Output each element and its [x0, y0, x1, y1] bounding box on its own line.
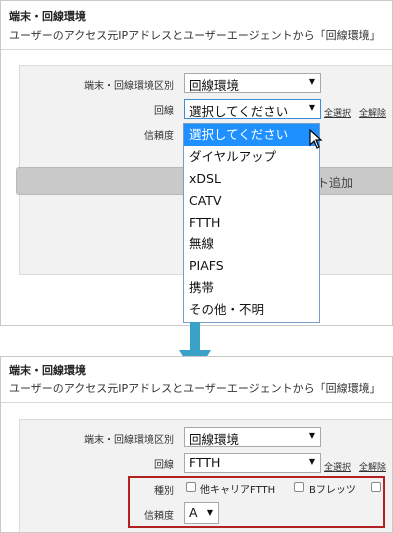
- select-all-link[interactable]: 全選択: [324, 106, 351, 119]
- line-select[interactable]: 選択してください ▼: [184, 99, 321, 119]
- deselect-all-link[interactable]: 全解除: [359, 460, 386, 473]
- section-description: ユーザーのアクセス元IPアドレスとユーザーエージェントから「回線環境」: [9, 29, 381, 42]
- line-select[interactable]: FTTH ▼: [184, 453, 321, 473]
- line-label: 回線: [154, 106, 174, 117]
- section-title: 端末・回線環境: [9, 364, 86, 377]
- highlight-frame: [128, 476, 385, 528]
- chevron-down-icon: ▼: [308, 77, 315, 86]
- env-type-select[interactable]: 回線環境 ▼: [184, 73, 321, 93]
- dropdown-option[interactable]: ダイヤルアップ: [184, 146, 319, 168]
- env-type-select[interactable]: 回線環境 ▼: [184, 427, 321, 447]
- trust-label: 信頼度: [144, 131, 174, 142]
- dropdown-option[interactable]: 無線: [184, 233, 319, 255]
- dropdown-option[interactable]: FTTH: [184, 212, 319, 234]
- deselect-all-link[interactable]: 全解除: [359, 106, 386, 119]
- env-type-label: 端末・回線環境区別: [84, 435, 174, 446]
- env-type-value: 回線環境: [189, 78, 240, 93]
- dropdown-option[interactable]: PIAFS: [184, 255, 319, 277]
- line-label: 回線: [154, 460, 174, 471]
- add-button-label: ト追加: [317, 176, 354, 190]
- dropdown-option[interactable]: その他・不明: [184, 299, 319, 321]
- chevron-down-icon: ▼: [308, 431, 315, 440]
- divider: [1, 402, 392, 403]
- section-description: ユーザーのアクセス元IPアドレスとユーザーエージェントから「回線環境」: [9, 382, 381, 395]
- dropdown-option[interactable]: 選択してください: [184, 124, 319, 146]
- line-value: 選択してください: [189, 104, 289, 119]
- dropdown-option[interactable]: 携帯: [184, 277, 319, 299]
- select-all-link[interactable]: 全選択: [324, 460, 351, 473]
- chevron-down-icon: ▼: [308, 457, 315, 466]
- chevron-down-icon: ▼: [308, 103, 315, 112]
- line-value: FTTH: [189, 455, 221, 470]
- dropdown-option[interactable]: CATV: [184, 190, 319, 212]
- top-panel: 端末・回線環境 ユーザーのアクセス元IPアドレスとユーザーエージェントから「回線…: [0, 0, 393, 326]
- section-title: 端末・回線環境: [9, 10, 86, 23]
- dropdown-option[interactable]: xDSL: [184, 168, 319, 190]
- line-dropdown-list: 選択してください ダイヤルアップ xDSL CATV FTTH 無線 PIAFS…: [183, 123, 320, 323]
- env-type-label: 端末・回線環境区別: [84, 81, 174, 92]
- divider: [1, 49, 392, 50]
- mouse-cursor-icon: [309, 129, 323, 149]
- env-type-value: 回線環境: [189, 432, 240, 447]
